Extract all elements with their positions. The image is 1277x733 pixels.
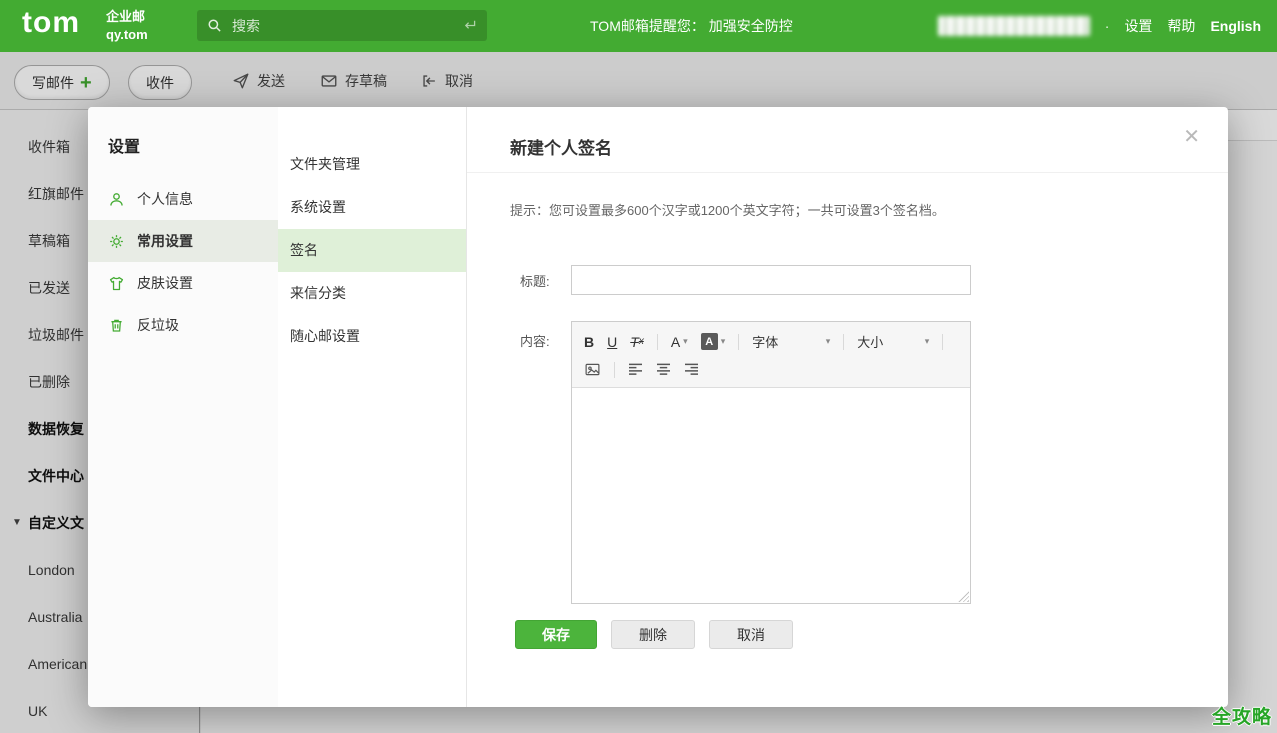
rich-text-editor: B U Tx A ▾ A ▾ — [571, 321, 971, 604]
action-buttons: 保存 删除 取消 — [515, 620, 793, 649]
image-icon — [584, 361, 601, 378]
clear-format-t: T — [630, 335, 639, 349]
gear-icon — [108, 233, 125, 250]
settings-submenu: 文件夹管理 系统设置 签名 来信分类 随心邮设置 — [278, 107, 467, 707]
toolbar-separator — [843, 334, 844, 350]
chevron-down-icon: ▾ — [826, 336, 831, 347]
align-center-icon — [656, 363, 671, 376]
align-left-icon — [628, 363, 643, 376]
panel-header: 新建个人签名 — [467, 107, 1228, 173]
chevron-down-icon: ▾ — [721, 336, 726, 347]
toolbar-separator — [942, 334, 943, 350]
trash-icon — [108, 317, 125, 334]
bold-button[interactable]: B — [584, 335, 594, 349]
tom-mail-app: tom 企业邮 qy.tom TOM邮箱提醒您： 加强安全防控 · 设置 帮助 … — [0, 0, 1277, 733]
signature-panel: 新建个人签名 ✕ 提示：您可设置最多600个汉字或1200个英文字符；一共可设置… — [467, 107, 1228, 707]
shirt-icon — [108, 275, 125, 292]
settings-nav-antispam[interactable]: 反垃圾 — [88, 304, 278, 346]
search-input[interactable] — [230, 17, 453, 35]
font-color-letter: A — [671, 335, 680, 349]
insert-image-button[interactable] — [584, 361, 601, 378]
security-notice: TOM邮箱提醒您： 加强安全防控 — [590, 0, 793, 52]
nav-personal-info-label: 个人信息 — [137, 189, 193, 209]
submenu-suixin-mail[interactable]: 随心邮设置 — [278, 315, 466, 358]
brand-block: 企业邮 qy.tom — [106, 8, 148, 44]
submenu-signature[interactable]: 签名 — [278, 229, 466, 272]
watermark-text: 全攻略 — [1212, 702, 1272, 729]
header-link-english[interactable]: English — [1210, 18, 1261, 34]
settings-nav-skin[interactable]: 皮肤设置 — [88, 262, 278, 304]
signature-hint: 提示：您可设置最多600个汉字或1200个英文字符；一共可设置3个签名档。 — [510, 200, 945, 219]
clear-format-button[interactable]: Tx — [630, 335, 644, 349]
content-field-label: 内容: — [520, 321, 571, 604]
settings-nav-personal-info[interactable]: 个人信息 — [88, 178, 278, 220]
settings-nav-general[interactable]: 常用设置 — [88, 220, 278, 262]
chevron-down-icon: ▾ — [925, 336, 930, 347]
toolbar-separator — [738, 334, 739, 350]
user-email-blurred[interactable] — [938, 16, 1090, 36]
title-field-row: 标题: — [520, 265, 971, 295]
nav-antispam-label: 反垃圾 — [137, 315, 179, 335]
align-left-button[interactable] — [628, 363, 643, 376]
toolbar-separator — [657, 334, 658, 350]
editor-toolbar-row-1: B U Tx A ▾ A ▾ — [584, 327, 958, 356]
toolbar-separator — [614, 362, 615, 378]
font-size-dropdown[interactable]: 大小 ▾ — [857, 332, 929, 351]
settings-title: 设置 — [108, 133, 278, 157]
close-icon[interactable]: ✕ — [1183, 127, 1200, 147]
clear-format-x: x — [639, 337, 644, 347]
resize-grip[interactable] — [958, 591, 969, 602]
editor-toolbar: B U Tx A ▾ A ▾ — [572, 322, 970, 388]
delete-button[interactable]: 删除 — [611, 620, 695, 649]
settings-nav: 设置 个人信息 常用设置 — [88, 107, 278, 707]
underline-button[interactable]: U — [607, 335, 617, 349]
save-button[interactable]: 保存 — [515, 620, 597, 649]
signature-content-editor[interactable] — [572, 388, 970, 603]
editor-toolbar-row-2 — [584, 356, 958, 383]
font-color-button[interactable]: A ▾ — [671, 335, 688, 349]
font-size-label: 大小 — [857, 332, 883, 351]
search-box[interactable] — [197, 10, 487, 41]
nav-skin-label: 皮肤设置 — [137, 273, 193, 293]
font-family-label: 字体 — [752, 332, 778, 351]
brand-line-bottom: qy.tom — [106, 26, 148, 44]
cancel-button[interactable]: 取消 — [709, 620, 793, 649]
header-link-help[interactable]: 帮助 — [1167, 16, 1195, 36]
panel-title: 新建个人签名 — [510, 134, 1228, 159]
search-icon — [207, 18, 222, 33]
title-field-label: 标题: — [520, 271, 571, 290]
submenu-system-settings[interactable]: 系统设置 — [278, 186, 466, 229]
align-right-button[interactable] — [684, 363, 699, 376]
nav-general-label: 常用设置 — [137, 231, 193, 251]
header: tom 企业邮 qy.tom TOM邮箱提醒您： 加强安全防控 · 设置 帮助 … — [0, 0, 1277, 52]
highlight-color-letter: A — [701, 333, 718, 350]
header-right: · 设置 帮助 English — [938, 0, 1261, 52]
font-family-dropdown[interactable]: 字体 ▾ — [752, 332, 830, 351]
tom-logo[interactable]: tom — [22, 6, 80, 40]
settings-modal: 设置 个人信息 常用设置 — [88, 107, 1228, 707]
user-icon — [108, 191, 125, 208]
submenu-folder-management[interactable]: 文件夹管理 — [278, 143, 466, 186]
enter-key-icon — [461, 19, 477, 32]
submenu-mail-classification[interactable]: 来信分类 — [278, 272, 466, 315]
content-field-row: 内容: B U Tx A ▾ A — [520, 321, 971, 604]
highlight-color-button[interactable]: A ▾ — [701, 333, 726, 350]
separator-dot: · — [1105, 18, 1110, 34]
align-center-button[interactable] — [656, 363, 671, 376]
signature-title-input[interactable] — [571, 265, 971, 295]
brand-line-top: 企业邮 — [106, 8, 148, 26]
chevron-down-icon: ▾ — [683, 336, 688, 347]
header-link-settings[interactable]: 设置 — [1124, 16, 1152, 36]
align-right-icon — [684, 363, 699, 376]
